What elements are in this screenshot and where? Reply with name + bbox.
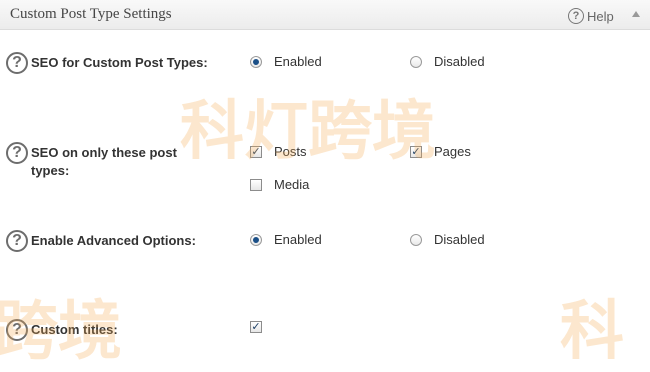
row-seo-post-types: ? SEO on only these post types: [6,142,206,180]
advanced-disabled-option[interactable]: Disabled [410,232,485,247]
custom-titles-option[interactable]: ✓ [250,321,262,333]
watermark-main: 科灯跨境 [180,95,436,169]
help-icon[interactable]: ? [6,142,28,164]
option-label[interactable]: Enabled [274,232,322,247]
option-label[interactable]: Media [274,177,309,192]
advanced-enabled-radio[interactable] [250,233,262,246]
post-type-posts-option[interactable]: ✓ Posts [250,144,307,159]
row-seo-custom-post-types: ? SEO for Custom Post Types: [6,52,208,74]
panel-title: Custom Post Type Settings [10,6,172,22]
help-link[interactable]: ? Help [568,6,614,26]
seo-cpt-enabled-option[interactable]: Enabled [250,54,322,69]
seo-cpt-enabled-radio[interactable] [250,55,262,68]
seo-cpt-disabled-radio[interactable] [410,55,422,68]
row-custom-titles: ? Custom titles: [6,319,118,341]
help-label[interactable]: Help [587,9,614,24]
pages-checkbox[interactable]: ✓ [410,145,422,158]
help-icon[interactable]: ? [6,319,28,341]
settings-panel: Custom Post Type Settings ? Help ? SEO f… [0,0,650,369]
option-label[interactable]: Enabled [274,54,322,69]
row-advanced-options: ? Enable Advanced Options: [6,230,196,252]
posts-checkbox[interactable]: ✓ [250,145,262,158]
seo-cpt-disabled-option[interactable]: Disabled [410,54,485,69]
help-icon[interactable]: ? [6,230,28,252]
help-icon[interactable]: ? [6,52,28,74]
post-type-media-option[interactable]: Media [250,177,309,192]
panel-header: Custom Post Type Settings ? Help [0,0,650,30]
option-label[interactable]: Disabled [434,232,485,247]
row-label: SEO for Custom Post Types: [31,55,208,70]
option-label[interactable]: Disabled [434,54,485,69]
post-type-pages-option[interactable]: ✓ Pages [410,144,471,159]
media-checkbox[interactable] [250,178,262,191]
collapse-arrow-icon[interactable] [632,11,640,17]
advanced-enabled-option[interactable]: Enabled [250,232,322,247]
row-label: Custom titles: [31,322,118,337]
row-label: SEO on only these post types: [31,145,177,178]
option-label[interactable]: Posts [274,144,307,159]
watermark-right: 科 [560,295,624,369]
option-label[interactable]: Pages [434,144,471,159]
help-icon[interactable]: ? [568,8,584,24]
advanced-disabled-radio[interactable] [410,233,422,246]
custom-titles-checkbox[interactable]: ✓ [250,321,262,333]
row-label: Enable Advanced Options: [31,233,196,248]
